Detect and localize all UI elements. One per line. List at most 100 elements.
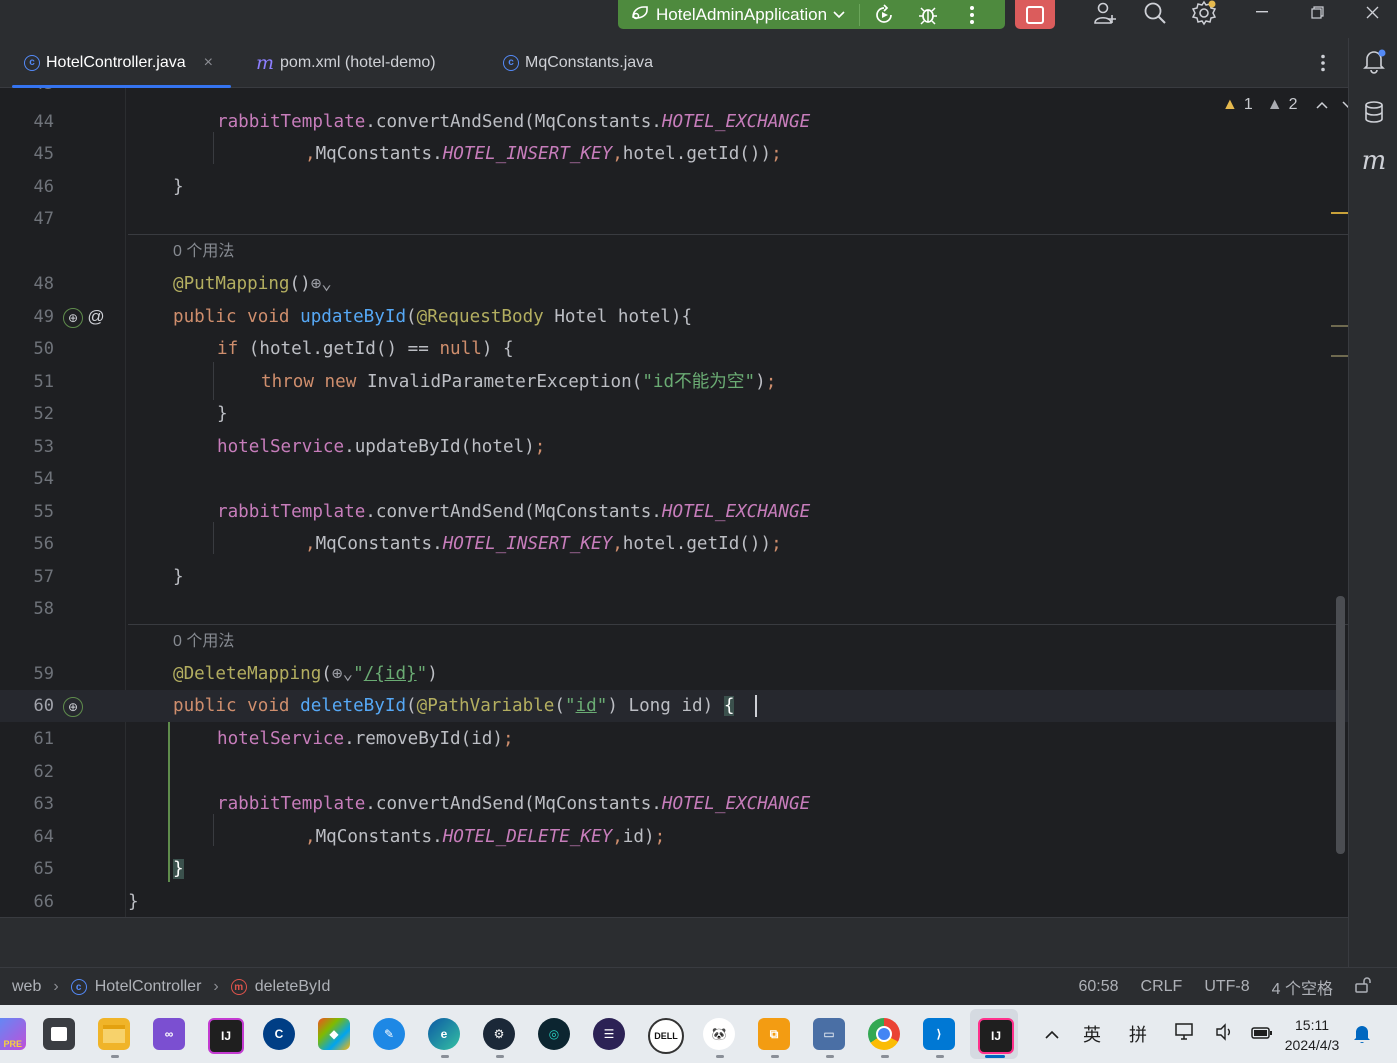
code-editor[interactable]: 43 44 rabbitTemplate.convertAndSend(MqCo… [0,88,1348,917]
method-icon: m [230,979,247,995]
running-indicator [496,1055,504,1058]
system-clock[interactable]: 15:11 2024/4/3 [1280,1015,1344,1055]
tab-mqconstants[interactable]: c MqConstants.java [503,38,653,87]
line-separator[interactable]: CRLF [1141,978,1183,996]
weak-warning-icon: ▲ [1266,96,1283,113]
c-app-icon[interactable]: C [263,1018,295,1050]
chevron-right-icon: › [53,978,59,995]
database-tool-button[interactable] [1361,99,1387,125]
text-caret [755,695,757,717]
system-tray: 英 拼 [1045,1005,1273,1063]
line-number: 57 [33,567,54,587]
battery-icon[interactable] [1251,1024,1273,1045]
line-number: 52 [33,404,54,424]
weak-warning-marker[interactable] [1331,355,1348,357]
code-line: 65 } [0,853,1348,885]
chevron-up-icon[interactable] [1045,1024,1059,1045]
intellij-icon[interactable]: IJ [208,1018,244,1054]
tool-app-icon[interactable]: ✎ [373,1018,405,1050]
volume-icon[interactable] [1215,1022,1233,1046]
debug-button[interactable] [906,0,950,29]
add-user-button[interactable] [1085,0,1125,26]
endpoint-globe-icon[interactable]: ⊕ [63,697,83,717]
code-line: 54 [0,463,1348,495]
lock-icon[interactable] [1355,976,1373,998]
breadcrumb-class[interactable]: HotelController [95,978,202,996]
steam-icon[interactable]: ⚙ [483,1018,515,1050]
code-line: 59 @DeleteMapping(⊕⌄"/{id}") [0,658,1348,690]
language-indicator[interactable]: 英 [1083,1021,1101,1047]
debug-icon [919,6,938,25]
vertical-scrollbar[interactable] [1336,596,1345,854]
running-indicator [881,1055,889,1058]
usage-hint[interactable]: 0 个用法 [173,626,234,658]
network-icon[interactable] [1175,1022,1197,1047]
remote-desktop-icon[interactable]: ▭ [813,1018,845,1050]
minimize-icon [1256,11,1268,13]
code-line: 62 [0,756,1348,788]
colorful-app-icon[interactable]: ◆ [318,1018,350,1050]
run-config-selector[interactable]: HotelAdminApplication [618,0,857,29]
orange-app-icon[interactable]: ⧉ [758,1018,790,1050]
code-line: 58 [0,593,1348,625]
more-actions-button[interactable] [950,0,994,29]
clock-time: 15:11 [1295,1017,1329,1033]
notification-bell-icon[interactable] [1352,1023,1372,1050]
code-line: 51 throw new InvalidParameterException("… [0,366,1348,398]
code-line: 44 rabbitTemplate.convertAndSend(MqConst… [0,106,1348,138]
line-number: 53 [33,437,54,457]
eclipse-icon[interactable]: ☰ [593,1018,625,1050]
panda-app-icon[interactable]: 🐼 [703,1018,735,1050]
circle-app-icon[interactable]: ◎ [538,1018,570,1050]
close-window-button[interactable] [1347,0,1397,24]
dell-icon[interactable]: DELL [648,1018,684,1054]
chrome-icon[interactable] [868,1018,900,1050]
visual-studio-icon[interactable]: ∞ [153,1018,185,1050]
stop-icon [1026,5,1044,24]
search-button[interactable] [1135,0,1175,26]
rerun-button[interactable] [862,0,906,29]
code-line: 45 ,MqConstants.HOTEL_INSERT_KEY,hotel.g… [0,138,1348,170]
minimize-button[interactable] [1237,0,1287,24]
stop-button[interactable] [1015,0,1055,29]
restore-button[interactable] [1292,0,1342,24]
code-line: 46 } [0,171,1348,203]
code-line: 61 hotelService.removeById(id); [0,723,1348,755]
indent-setting[interactable]: 4 个空格 [1272,975,1333,999]
endpoint-globe-icon[interactable]: ⊕ [63,308,83,328]
weak-warning-marker[interactable] [1331,325,1348,327]
notifications-button[interactable] [1361,48,1387,74]
previous-problem-icon[interactable] [1315,96,1328,114]
settings-button[interactable] [1185,0,1225,26]
globe-icon[interactable]: ⊕⌄ [332,664,353,684]
intellij-active-icon[interactable]: IJ [978,1018,1014,1054]
tab-pom-xml[interactable]: m pom.xml (hotel-demo) [256,38,436,87]
maven-tool-button[interactable]: m [1361,146,1387,176]
tab-more-button[interactable] [1312,38,1334,87]
file-encoding[interactable]: UTF-8 [1204,978,1249,996]
title-bar: HotelAdminApplication [0,0,1397,38]
caret-position[interactable]: 60:58 [1078,978,1118,996]
app-preview-icon[interactable]: PRE [0,1018,26,1050]
usage-hint[interactable]: 0 个用法 [173,236,234,268]
warning-marker[interactable] [1331,212,1348,214]
close-tab-icon[interactable]: × [204,54,213,72]
taskview-icon[interactable] [43,1018,75,1050]
class-icon: c [70,979,87,995]
tab-hotelcontroller[interactable]: c HotelController.java × [12,38,231,88]
close-icon [1366,6,1378,18]
running-indicator [111,1055,119,1058]
line-number: 55 [33,502,54,522]
file-explorer-icon[interactable] [98,1018,130,1050]
globe-icon[interactable]: ⊕⌄ [311,274,332,294]
ime-indicator[interactable]: 拼 [1129,1021,1147,1047]
annotation-at-icon[interactable]: @ [87,307,105,326]
edge-browser-icon[interactable]: e [428,1018,460,1050]
rerun-icon [876,3,892,23]
inspection-widget[interactable]: ▲ 1 ▲ 2 [1222,96,1348,114]
breadcrumb-module[interactable]: web [12,978,41,996]
right-tool-strip: m [1348,38,1397,967]
breadcrumb-method[interactable]: deleteById [255,978,331,996]
code-line-current: 60 ⊕ public void deleteById(@PathVariabl… [0,690,1348,722]
vscode-icon[interactable]: ⟩ [923,1018,955,1050]
